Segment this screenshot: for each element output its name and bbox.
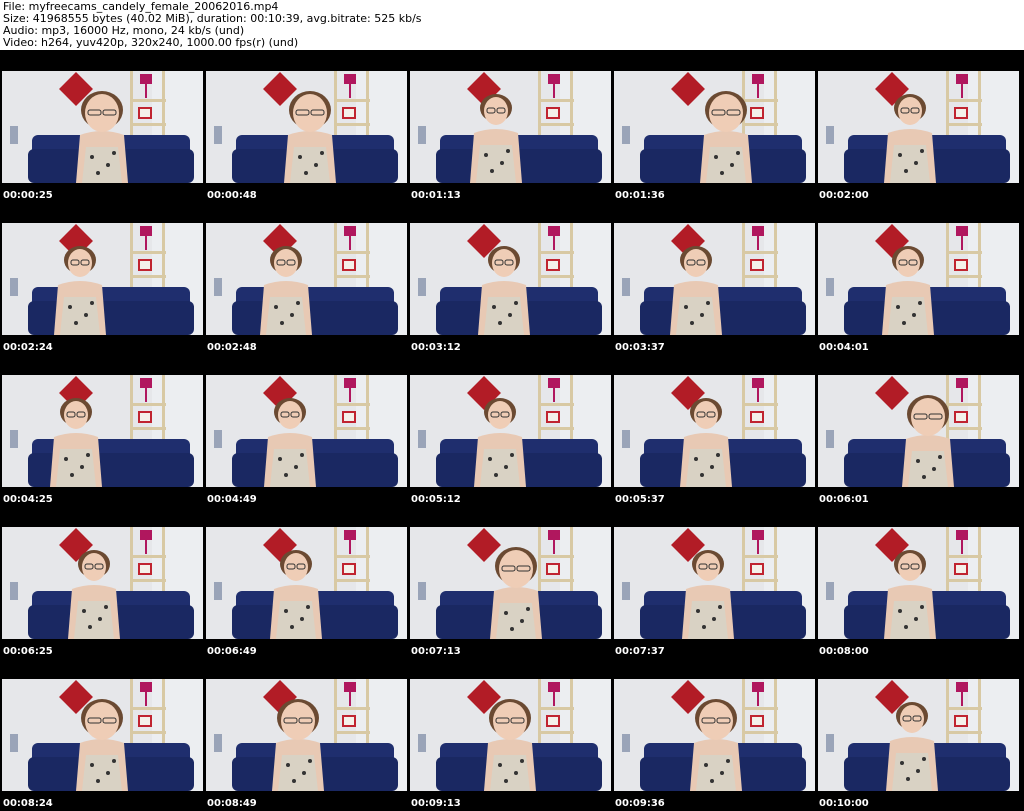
thumbnail-frame: 00:10:00 (816, 658, 1019, 810)
thumbnail-frame: 00:06:25 (0, 506, 203, 658)
thumbnail-frame: 00:00:48 (204, 50, 407, 202)
thumbnail-frame: 00:01:36 (612, 50, 815, 202)
thumbnail-frame: 00:08:00 (816, 506, 1019, 658)
thumbnail-frame: 00:03:12 (408, 202, 611, 354)
frame-timestamp: 00:06:25 (3, 646, 53, 657)
video-frame-image (614, 223, 815, 335)
thumbnail-frame: 00:04:25 (0, 354, 203, 506)
thumbnail-frame: 00:05:37 (612, 354, 815, 506)
thumbnail-grid: 00:00:25 00:00:48 00:01:13 00:01:36 00:02:00… (0, 50, 1024, 811)
frame-timestamp: 00:05:12 (411, 494, 461, 505)
frame-timestamp: 00:02:00 (819, 190, 869, 201)
file-info-header: File: myfreecams_candely_female_20062016… (0, 0, 1024, 50)
thumbnail-frame: 00:05:12 (408, 354, 611, 506)
frame-timestamp: 00:05:37 (615, 494, 665, 505)
video-frame-image (614, 375, 815, 487)
frame-timestamp: 00:08:49 (207, 798, 257, 809)
thumbnail-frame: 00:08:24 (0, 658, 203, 810)
thumbnail-frame: 00:08:49 (204, 658, 407, 810)
frame-timestamp: 00:04:01 (819, 342, 869, 353)
video-frame-image (614, 679, 815, 791)
frame-timestamp: 00:07:37 (615, 646, 665, 657)
video-frame-image (410, 527, 611, 639)
video-frame-image (2, 679, 203, 791)
thumbnail-frame: 00:03:37 (612, 202, 815, 354)
thumbnail-frame: 00:06:01 (816, 354, 1019, 506)
frame-timestamp: 00:02:48 (207, 342, 257, 353)
video-frame-image (614, 527, 815, 639)
video-frame-image (410, 375, 611, 487)
thumbnail-frame: 00:00:25 (0, 50, 203, 202)
frame-timestamp: 00:09:13 (411, 798, 461, 809)
thumbnail-frame: 00:09:13 (408, 658, 611, 810)
thumbnail-frame: 00:04:01 (816, 202, 1019, 354)
thumbnail-frame: 00:07:13 (408, 506, 611, 658)
video-frame-image (614, 71, 815, 183)
frame-timestamp: 00:06:49 (207, 646, 257, 657)
video-frame-image (2, 223, 203, 335)
video-frame-image (818, 375, 1019, 487)
video-frame-image (818, 71, 1019, 183)
video-frame-image (2, 375, 203, 487)
frame-timestamp: 00:03:37 (615, 342, 665, 353)
frame-timestamp: 00:00:48 (207, 190, 257, 201)
frame-timestamp: 00:08:00 (819, 646, 869, 657)
video-frame-image (818, 679, 1019, 791)
frame-timestamp: 00:04:25 (3, 494, 53, 505)
video-frame-image (206, 375, 407, 487)
thumbnail-frame: 00:06:49 (204, 506, 407, 658)
frame-timestamp: 00:07:13 (411, 646, 461, 657)
video-frame-image (2, 527, 203, 639)
video-frame-image (410, 223, 611, 335)
video-frame-image (206, 527, 407, 639)
frame-timestamp: 00:10:00 (819, 798, 869, 809)
frame-timestamp: 00:01:13 (411, 190, 461, 201)
frame-timestamp: 00:02:24 (3, 342, 53, 353)
video-info-line: Video: h264, yuv420p, 320x240, 1000.00 f… (3, 36, 299, 49)
thumbnail-frame: 00:02:48 (204, 202, 407, 354)
frame-timestamp: 00:06:01 (819, 494, 869, 505)
frame-timestamp: 00:00:25 (3, 190, 53, 201)
video-frame-image (818, 223, 1019, 335)
thumbnail-frame: 00:01:13 (408, 50, 611, 202)
thumbnail-frame: 00:02:24 (0, 202, 203, 354)
video-frame-image (206, 71, 407, 183)
frame-timestamp: 00:04:49 (207, 494, 257, 505)
frame-timestamp: 00:08:24 (3, 798, 53, 809)
video-frame-image (818, 527, 1019, 639)
frame-timestamp: 00:09:36 (615, 798, 665, 809)
video-frame-image (2, 71, 203, 183)
thumbnail-frame: 00:02:00 (816, 50, 1019, 202)
thumbnail-frame: 00:07:37 (612, 506, 815, 658)
video-frame-image (410, 71, 611, 183)
video-frame-image (206, 223, 407, 335)
video-frame-image (410, 679, 611, 791)
frame-timestamp: 00:03:12 (411, 342, 461, 353)
thumbnail-frame: 00:09:36 (612, 658, 815, 810)
thumbnail-frame: 00:04:49 (204, 354, 407, 506)
frame-timestamp: 00:01:36 (615, 190, 665, 201)
video-frame-image (206, 679, 407, 791)
